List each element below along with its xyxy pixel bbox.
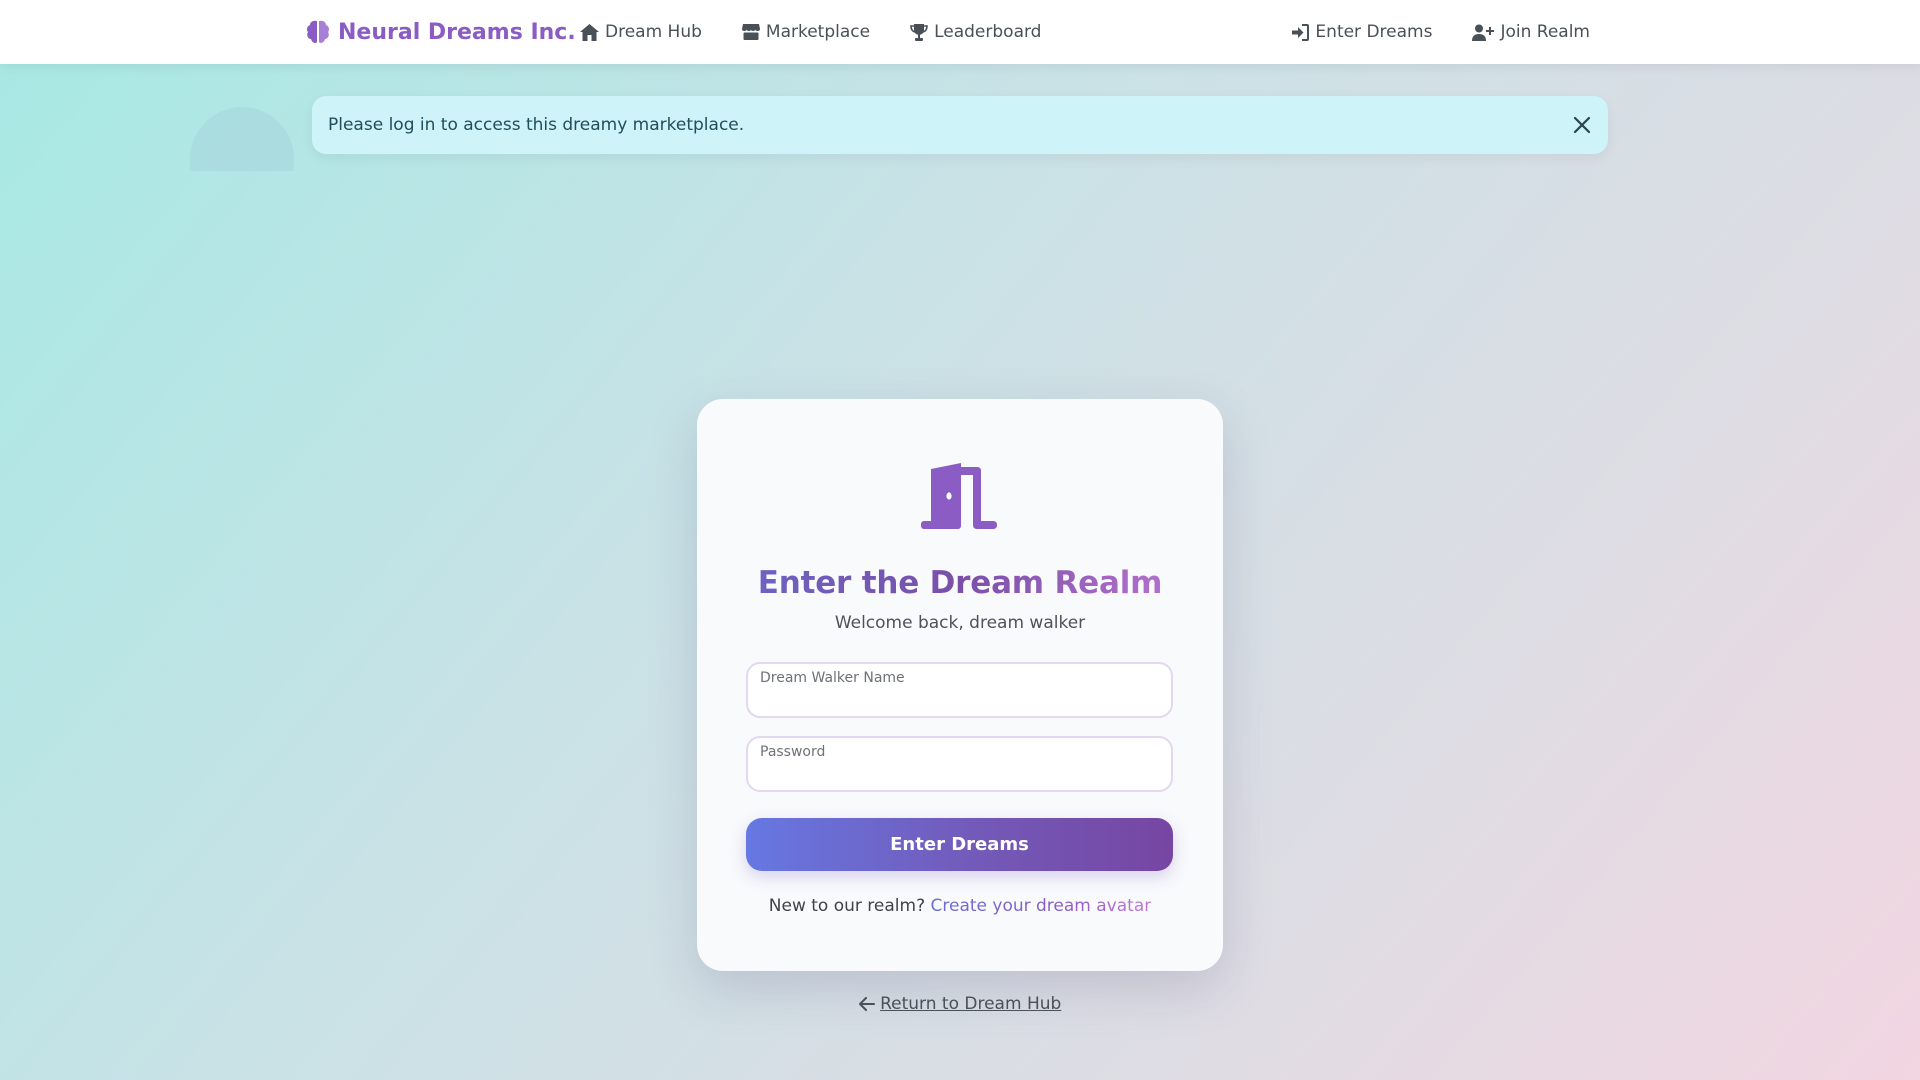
navbar: Neural Dreams Inc. Dream Hub Marketplace [0,0,1920,64]
nav-marketplace-label: Marketplace [765,22,871,42]
nav-dream-hub-label: Dream Hub [605,22,702,42]
sign-in-icon [1292,23,1310,41]
nav-join-realm[interactable]: Join Realm [1472,22,1590,42]
nav-auth: Enter Dreams Join Realm [1291,0,1590,64]
nav-enter-dreams[interactable]: Enter Dreams [1291,22,1432,42]
home-icon [580,23,599,41]
register-prompt-line: New to our realm? Create your dream avat… [697,896,1223,916]
register-prompt: New to our realm? [768,896,926,916]
nav-join-realm-label: Join Realm [1500,22,1590,42]
password-input[interactable] [760,760,1159,784]
dream-walker-name-label: Dream Walker Name [760,670,905,686]
decorative-bubble [190,107,294,171]
nav-links: Dream Hub Marketplace Leaderboard [580,0,1041,64]
alert-message: Please log in to access this dreamy mark… [328,115,745,135]
nav-leaderboard-label: Leaderboard [934,22,1042,42]
dream-walker-name-input[interactable] [760,686,1159,710]
alert-close-button[interactable] [1570,113,1594,137]
password-label: Password [760,744,826,760]
return-to-dream-hub-link[interactable]: Return to Dream Hub [880,994,1061,1014]
back-link-row: Return to Dream Hub [0,994,1920,1014]
nav-enter-dreams-label: Enter Dreams [1315,22,1433,42]
login-subtitle: Welcome back, dream walker [834,613,1086,633]
enter-dreams-button[interactable]: Enter Dreams [746,818,1173,871]
password-field[interactable]: Password [746,736,1173,792]
trophy-icon [910,23,928,41]
nav-leaderboard[interactable]: Leaderboard [910,22,1041,42]
store-icon [741,24,760,40]
close-icon [1573,116,1591,134]
login-required-alert: Please log in to access this dreamy mark… [312,96,1608,154]
create-avatar-link[interactable]: Create your dream avatar [931,896,1152,916]
brand-name: Neural Dreams Inc. [338,19,576,45]
login-title: Enter the Dream Realm [697,565,1223,601]
brain-icon [306,20,330,43]
nav-marketplace[interactable]: Marketplace [741,22,871,42]
login-card: Enter the Dream Realm Welcome back, drea… [697,399,1223,971]
arrow-left-icon [858,997,875,1011]
dream-walker-name-field[interactable]: Dream Walker Name [746,662,1173,718]
nav-dream-hub[interactable]: Dream Hub [580,22,702,42]
brand-logo[interactable]: Neural Dreams Inc. [306,14,576,50]
door-open-icon [921,463,997,529]
user-plus-icon [1472,24,1495,41]
